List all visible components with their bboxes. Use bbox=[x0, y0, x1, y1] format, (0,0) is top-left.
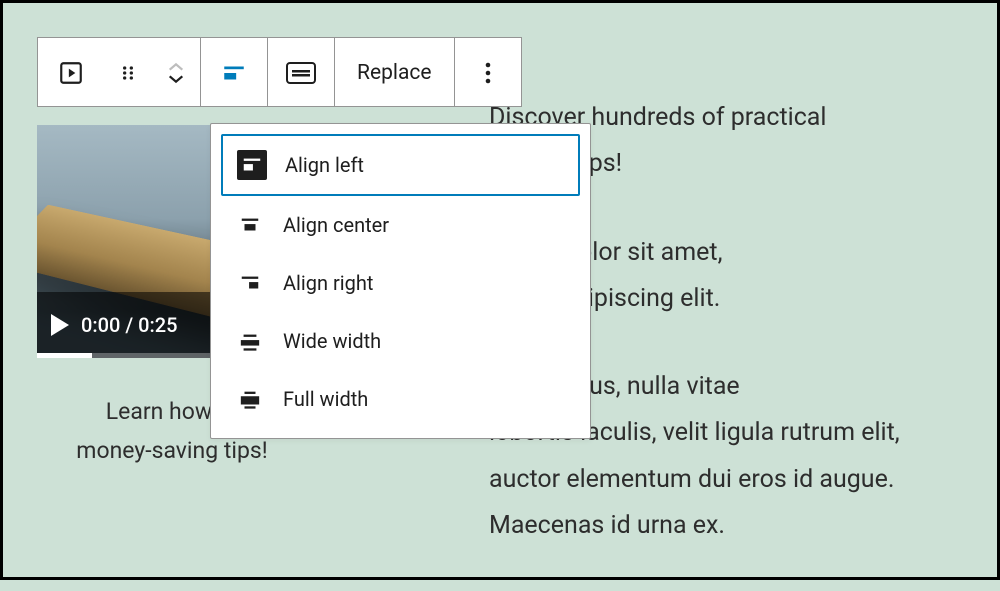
move-up-down-button[interactable] bbox=[152, 38, 200, 108]
replace-button[interactable]: Replace bbox=[335, 38, 454, 108]
drag-handle-button[interactable] bbox=[104, 38, 152, 108]
content-position-button[interactable] bbox=[268, 38, 334, 108]
align-left-icon bbox=[237, 150, 267, 180]
content-position-icon bbox=[286, 62, 316, 84]
dropdown-item-label: Align right bbox=[283, 271, 373, 295]
align-center-icon bbox=[235, 210, 265, 240]
dropdown-item-label: Wide width bbox=[283, 329, 381, 353]
kebab-icon bbox=[485, 62, 491, 84]
align-center-option[interactable]: Align center bbox=[221, 196, 580, 254]
align-left-option[interactable]: Align left bbox=[221, 134, 580, 196]
align-button[interactable] bbox=[201, 38, 267, 108]
chevron-down-icon bbox=[167, 74, 185, 84]
play-icon[interactable] bbox=[51, 314, 69, 336]
align-right-option[interactable]: Align right bbox=[221, 254, 580, 312]
toolbar-group-block bbox=[38, 38, 201, 106]
dropdown-item-label: Align center bbox=[283, 213, 389, 237]
toolbar-group-cover bbox=[268, 38, 335, 106]
toolbar-group-replace: Replace bbox=[335, 38, 455, 106]
dropdown-item-label: Align left bbox=[285, 153, 364, 177]
more-options-button[interactable] bbox=[455, 38, 521, 108]
chevron-up-icon bbox=[167, 62, 185, 72]
toolbar-group-align bbox=[201, 38, 268, 106]
block-type-button[interactable] bbox=[38, 38, 104, 108]
wide-width-icon bbox=[235, 326, 265, 356]
full-width-icon bbox=[235, 384, 265, 414]
full-width-option[interactable]: Full width bbox=[221, 370, 580, 428]
alignment-dropdown: Align left Align center Align right Wide… bbox=[210, 123, 591, 439]
toolbar-group-more bbox=[455, 38, 521, 106]
dropdown-item-label: Full width bbox=[283, 387, 368, 411]
align-right-icon bbox=[235, 268, 265, 298]
video-time-display: 0:00 / 0:25 bbox=[81, 313, 178, 337]
block-toolbar: Replace bbox=[37, 37, 522, 107]
align-left-icon bbox=[221, 60, 247, 86]
wide-width-option[interactable]: Wide width bbox=[221, 312, 580, 370]
